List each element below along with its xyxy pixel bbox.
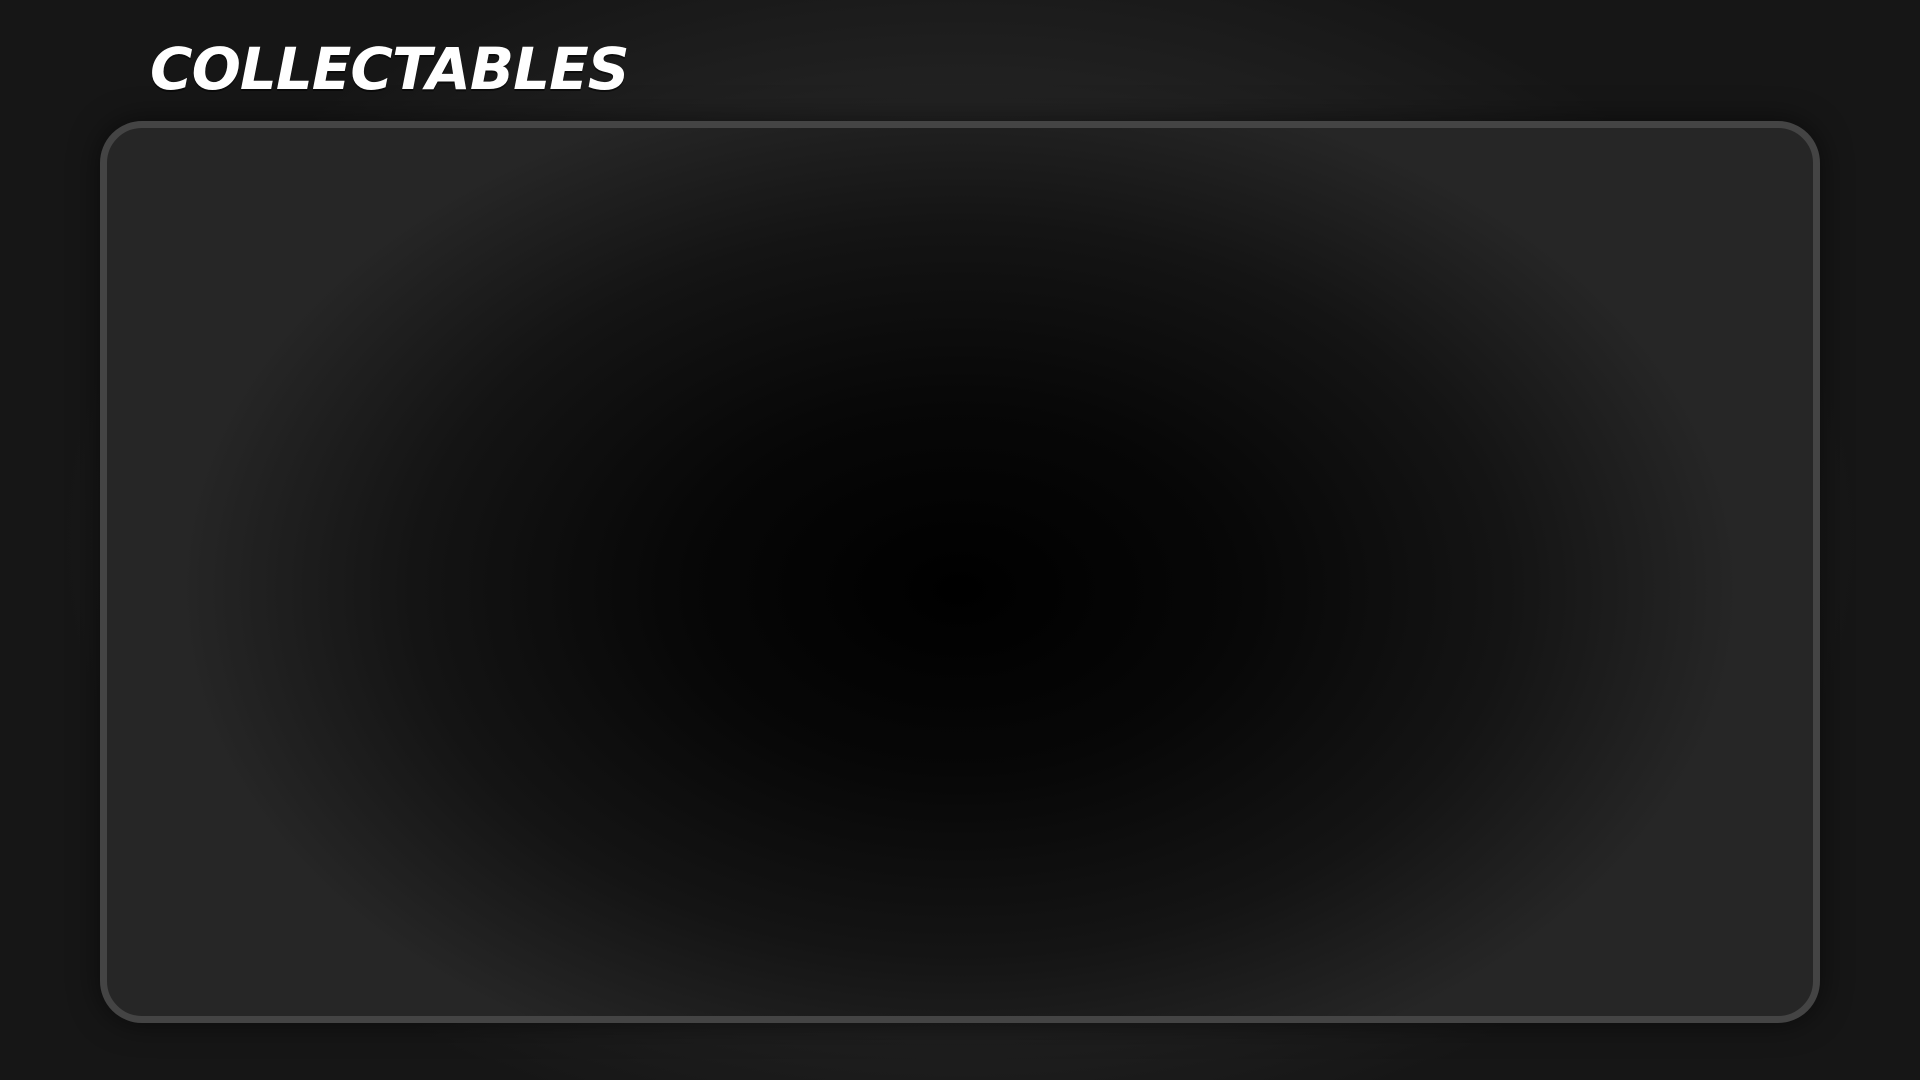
- collectables-panel: [100, 121, 1820, 1023]
- page-title: Collectables: [150, 35, 629, 103]
